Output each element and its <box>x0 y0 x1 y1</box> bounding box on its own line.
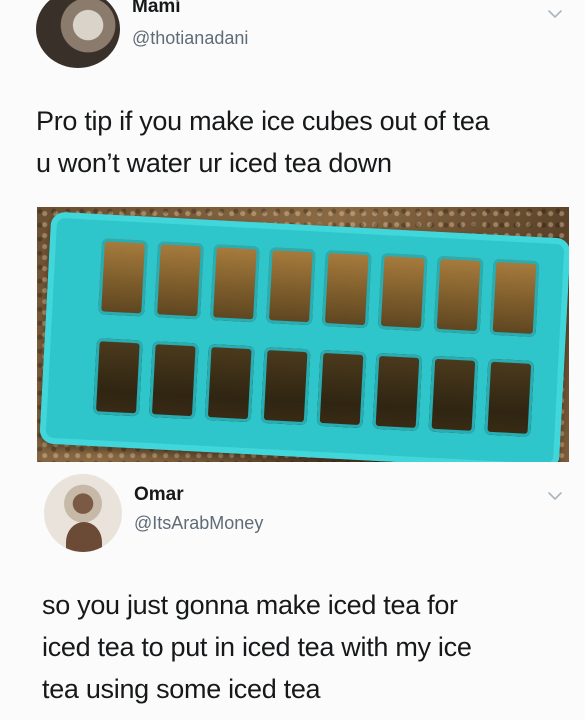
avatar-silhouette <box>66 522 102 552</box>
tweet-original: Mamí @thotianadani Pro tip if you make i… <box>0 0 585 462</box>
avatar[interactable] <box>44 474 122 552</box>
tweet-text: so you just gonna make iced tea for iced… <box>42 584 582 710</box>
author-handle[interactable]: @thotianadani <box>132 28 248 49</box>
tweet-text: Pro tip if you make ice cubes out of tea… <box>36 100 576 184</box>
author-name[interactable]: Omar <box>134 484 184 506</box>
author-handle[interactable]: @ItsArabMoney <box>134 513 263 534</box>
ice-cube <box>428 355 479 434</box>
tweet-text-line: iced tea to put in iced tea with my ice <box>42 632 472 662</box>
tweet-text-line: tea using some iced tea <box>42 674 321 704</box>
chevron-down-icon[interactable] <box>547 6 563 22</box>
ice-cube <box>321 249 372 329</box>
tweet-text-line: so you just gonna make iced tea for <box>42 590 458 620</box>
ice-cube <box>98 238 149 317</box>
ice-cube <box>433 255 484 335</box>
ice-cube <box>260 346 311 426</box>
tweet-reply: Omar @ItsArabMoney so you just gonna mak… <box>0 460 585 720</box>
ice-cube-tray <box>39 211 569 462</box>
chevron-down-icon[interactable] <box>547 488 563 504</box>
tweet-text-line: u won’t water ur iced tea down <box>36 148 392 178</box>
author-name[interactable]: Mamí <box>132 0 181 18</box>
ice-cube <box>204 343 255 423</box>
ice-cube <box>265 247 316 326</box>
ice-cube <box>154 241 204 320</box>
tweet-text-line: Pro tip if you make ice cubes out of tea <box>36 106 490 136</box>
avatar[interactable] <box>36 0 120 68</box>
ice-cube <box>316 349 367 429</box>
ice-cube <box>372 352 423 432</box>
ice-cube <box>148 341 199 420</box>
ice-cube <box>209 244 260 323</box>
ice-cube <box>377 252 428 332</box>
ice-cube <box>489 258 540 338</box>
ice-cube <box>484 358 535 437</box>
ice-cube <box>92 338 143 417</box>
tweet-photo[interactable] <box>37 207 569 462</box>
